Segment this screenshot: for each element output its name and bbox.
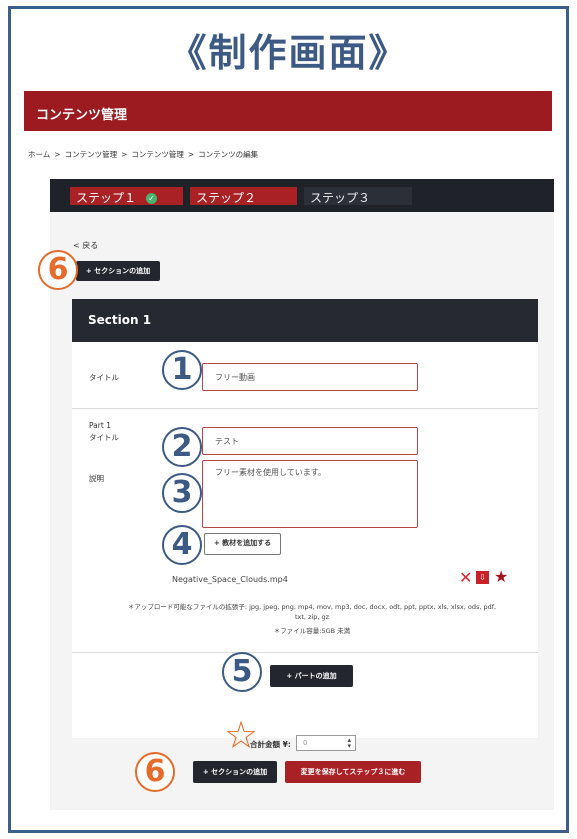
step-1-tab[interactable]: ステップ１ ✓ bbox=[70, 187, 183, 205]
breadcrumb-separator: > bbox=[121, 150, 128, 159]
breadcrumb-content-admin-2[interactable]: コンテンツ管理 bbox=[131, 150, 184, 159]
step-3-label: ステップ３ bbox=[310, 191, 371, 205]
callout-5: 5 bbox=[222, 652, 262, 692]
star-icon[interactable]: ★ bbox=[494, 567, 508, 586]
page-headline: 《制作画面》 bbox=[168, 31, 409, 75]
callout-4: 4 bbox=[162, 525, 202, 565]
part-desc-label: 説明 bbox=[89, 474, 104, 483]
add-section-button-bottom[interactable]: + セクションの追加 bbox=[193, 761, 277, 783]
x-icon[interactable]: ✕ bbox=[459, 568, 472, 587]
callout-6-top: 6 bbox=[38, 250, 78, 290]
attached-file-name: Negative_Space_Clouds.mp4 bbox=[172, 575, 288, 584]
download-icon[interactable]: ⇩ bbox=[476, 571, 489, 584]
upload-extensions-note: ＊アップロード可能なファイルの拡張子: jpg, jpeg, png, mp4,… bbox=[127, 603, 497, 611]
section-header: Section 1 bbox=[72, 299, 538, 342]
breadcrumb-separator: > bbox=[54, 150, 61, 159]
upload-extensions-note-2: txt, zip, gz bbox=[294, 613, 330, 621]
section-name: Section 1 bbox=[88, 313, 152, 327]
breadcrumb: ホーム > コンテンツ管理 > コンテンツ管理 > コンテンツの編集 bbox=[28, 149, 258, 160]
breadcrumb-content-admin[interactable]: コンテンツ管理 bbox=[65, 150, 118, 159]
app-header: コンテンツ管理 bbox=[24, 91, 552, 131]
part-title-label: タイトル bbox=[89, 433, 119, 442]
save-and-next-button[interactable]: 変更を保存してステップ３に進む bbox=[285, 761, 421, 783]
add-section-button-top[interactable]: + セクションの追加 bbox=[76, 261, 160, 281]
part-description-textarea[interactable]: フリー素材を使用しています。 bbox=[202, 460, 418, 528]
total-price-value: 0 bbox=[303, 739, 308, 747]
callout-2: 2 bbox=[162, 427, 202, 467]
total-price-label: 合計金額 ¥: bbox=[250, 740, 291, 749]
upload-size-note: ＊ファイル容量:5GB 未満 bbox=[273, 627, 351, 635]
add-material-button[interactable]: + 教材を追加する bbox=[204, 533, 281, 555]
spinner-icon[interactable]: ▴ ▾ bbox=[347, 737, 351, 750]
step-3-tab[interactable]: ステップ３ bbox=[304, 187, 412, 205]
app-section-title: コンテンツ管理 bbox=[36, 108, 128, 123]
add-part-button[interactable]: + パートの追加 bbox=[270, 665, 353, 687]
step-2-tab[interactable]: ステップ２ bbox=[190, 187, 297, 205]
breadcrumb-separator: > bbox=[187, 150, 195, 159]
total-price-input[interactable]: 0 ▴ ▾ bbox=[296, 735, 356, 751]
part-title-input[interactable] bbox=[202, 427, 418, 455]
part-name: Part 1 bbox=[89, 421, 111, 430]
callout-1: 1 bbox=[162, 350, 202, 390]
step-2-label: ステップ２ bbox=[196, 191, 257, 205]
check-icon: ✓ bbox=[146, 193, 158, 204]
section-title-input[interactable] bbox=[202, 363, 418, 391]
divider bbox=[72, 408, 538, 409]
breadcrumb-home[interactable]: ホーム bbox=[28, 150, 50, 159]
section-title-label: タイトル bbox=[89, 373, 119, 382]
divider bbox=[72, 652, 538, 653]
step-1-label: ステップ１ bbox=[76, 191, 137, 205]
callout-6-bottom: 6 bbox=[135, 752, 175, 792]
callout-3: 3 bbox=[162, 473, 202, 513]
back-link[interactable]: < 戻る bbox=[73, 240, 98, 251]
breadcrumb-current: コンテンツの編集 bbox=[198, 150, 259, 159]
